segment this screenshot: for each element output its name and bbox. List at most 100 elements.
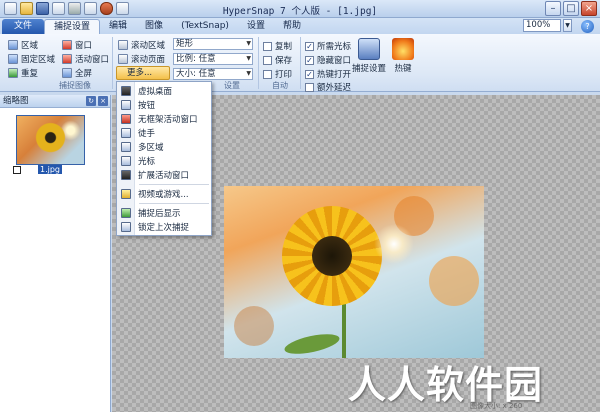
sun-flare [374, 224, 414, 264]
checkbox-icon [305, 82, 314, 92]
menu-item-lock-last-capture[interactable]: 锁定上次捕捉 [117, 220, 211, 234]
scroll-region-icon [118, 40, 128, 50]
menu-separator [139, 184, 209, 185]
fullscreen-button[interactable]: 全屏 [62, 67, 92, 79]
window-button[interactable]: 窗口 [62, 39, 92, 51]
cursor-icon [121, 156, 131, 166]
menu-item-freehand[interactable]: 徒手 [117, 126, 211, 140]
lock-icon [121, 222, 131, 232]
button-capture-icon [121, 100, 131, 110]
menu-item-virtual-desktop[interactable]: 虚拟桌面 [117, 84, 211, 98]
undo-icon[interactable] [84, 2, 97, 15]
checked-icon: ✓ [305, 69, 314, 79]
save-icon[interactable] [36, 2, 49, 15]
menu-separator [139, 203, 209, 204]
bokeh-shape [234, 306, 274, 346]
checkbox-icon [263, 69, 272, 79]
hide-window-checkbox[interactable]: ✓ 隐藏窗口 [305, 54, 351, 66]
group-auto-label: 自动 [272, 81, 288, 90]
title-bar: HyperSnap 7 个人版 - [1.jpg] – □ × [0, 0, 600, 18]
cursor-checkbox[interactable]: ✓ 所需光标 [305, 40, 351, 52]
ribbon-separator [258, 37, 259, 89]
tab-textsnap[interactable]: (TextSnap) [172, 19, 238, 34]
ratio-select[interactable]: 比例: 任意 ▼ [173, 53, 253, 65]
menu-item-show-after-capture[interactable]: 捕捉后显示 [117, 206, 211, 220]
menu-item-cursor[interactable]: 光标 [117, 154, 211, 168]
repeat-button[interactable]: 重复 [8, 67, 38, 79]
zoom-dropdown-arrow[interactable]: ▼ [563, 19, 572, 32]
more-dropdown-menu: 虚拟桌面 按钮 无框架活动窗口 徒手 多区域 光标 扩展活动窗口 视频或游戏..… [116, 81, 212, 236]
more-button[interactable]: 更多... [116, 66, 170, 80]
save-checkbox[interactable]: 保存 [263, 54, 292, 66]
tab-capture-settings[interactable]: 捕捉设置 [44, 19, 101, 34]
fullscreen-icon [62, 68, 72, 78]
thumbnail-checkbox[interactable] [13, 166, 21, 174]
group-settings-label: 设置 [224, 81, 240, 90]
hotkey-enable-checkbox[interactable]: ✓ 热键打开 [305, 68, 351, 80]
ribbon-separator [112, 37, 113, 89]
scroll-region-button[interactable]: 滚动区域 [118, 39, 165, 51]
checkbox-icon [263, 55, 272, 65]
group-capture-label: 捕捉图像 [59, 81, 91, 90]
fixed-region-button[interactable]: 固定区域 [8, 53, 55, 65]
close-button[interactable]: × [581, 1, 597, 16]
refresh-icon[interactable]: ↻ [86, 96, 96, 106]
status-bar: 图像大小: x 260 [470, 402, 523, 410]
customize-qat-icon[interactable] [116, 2, 129, 15]
help-icon[interactable]: ? [581, 20, 594, 33]
zoom-control[interactable]: 100% ▼ [523, 19, 572, 32]
print-icon[interactable] [68, 2, 81, 15]
frameless-window-icon [121, 114, 131, 124]
size-select[interactable]: 大小: 任意 ▼ [173, 68, 253, 80]
checked-icon: ✓ [305, 41, 314, 51]
open-folder-icon[interactable] [20, 2, 33, 15]
menu-item-extended-window[interactable]: 扩展活动窗口 [117, 168, 211, 182]
new-icon[interactable] [4, 2, 17, 15]
thumbnail-image[interactable] [16, 115, 85, 165]
capture-settings-button[interactable]: 捕捉设置 [352, 38, 386, 74]
fixed-region-icon [8, 54, 18, 64]
virtual-desktop-icon [121, 86, 131, 96]
chevron-down-icon: ▼ [246, 70, 251, 77]
tab-edit[interactable]: 编辑 [100, 19, 136, 34]
window-title: HyperSnap 7 个人版 - [1.jpg] [222, 6, 378, 17]
menu-item-frameless-window[interactable]: 无框架活动窗口 [117, 112, 211, 126]
tab-image[interactable]: 图像 [136, 19, 172, 34]
menu-item-video-game[interactable]: 视频或游戏... [117, 187, 211, 201]
tab-file[interactable]: 文件 [2, 19, 45, 34]
tab-settings[interactable]: 设置 [238, 19, 274, 34]
close-pane-icon[interactable]: × [98, 96, 108, 106]
sunflower-photo[interactable] [224, 186, 484, 358]
repeat-icon [8, 68, 18, 78]
thumbnail-pane-header: 缩略图 ↻ × [0, 95, 110, 108]
active-window-button[interactable]: 活动窗口 [62, 53, 109, 65]
thumbnail-label[interactable]: 1.jpg [38, 165, 63, 174]
minimize-button[interactable]: – [545, 1, 561, 16]
menu-item-multi-region[interactable]: 多区域 [117, 140, 211, 154]
checkbox-icon [263, 41, 272, 51]
hotkeys-button[interactable]: 热键 [392, 38, 414, 74]
capture-icon[interactable] [100, 2, 113, 15]
capture-settings-icon [358, 38, 380, 60]
region-button[interactable]: 区域 [8, 39, 38, 51]
chevron-down-icon: ▼ [246, 55, 251, 62]
chevron-down-icon: ▼ [246, 40, 251, 47]
thumbnail-pane: 缩略图 ↻ × 1.jpg [0, 95, 111, 412]
active-window-icon [62, 54, 72, 64]
ribbon-separator [300, 37, 301, 89]
maximize-button[interactable]: □ [563, 1, 579, 16]
menu-item-button[interactable]: 按钮 [117, 98, 211, 112]
print-checkbox[interactable]: 打印 [263, 68, 292, 80]
scroll-page-button[interactable]: 滚动页面 [118, 53, 165, 65]
copy-checkbox[interactable]: 复制 [263, 40, 292, 52]
ribbon-tabs: 文件 捕捉设置 编辑 图像 (TextSnap) 设置 帮助 100% ▼ ? [0, 18, 600, 34]
shape-select[interactable]: 矩形 ▼ [173, 38, 253, 50]
sunflower-center [312, 236, 352, 276]
save-all-icon[interactable] [52, 2, 65, 15]
extra-delay-checkbox[interactable]: 额外延迟 [305, 81, 351, 93]
scroll-page-icon [118, 54, 128, 64]
zoom-value[interactable]: 100% [523, 19, 561, 32]
tab-help[interactable]: 帮助 [274, 19, 310, 34]
show-after-capture-icon [121, 208, 131, 218]
bokeh-shape [429, 256, 479, 306]
